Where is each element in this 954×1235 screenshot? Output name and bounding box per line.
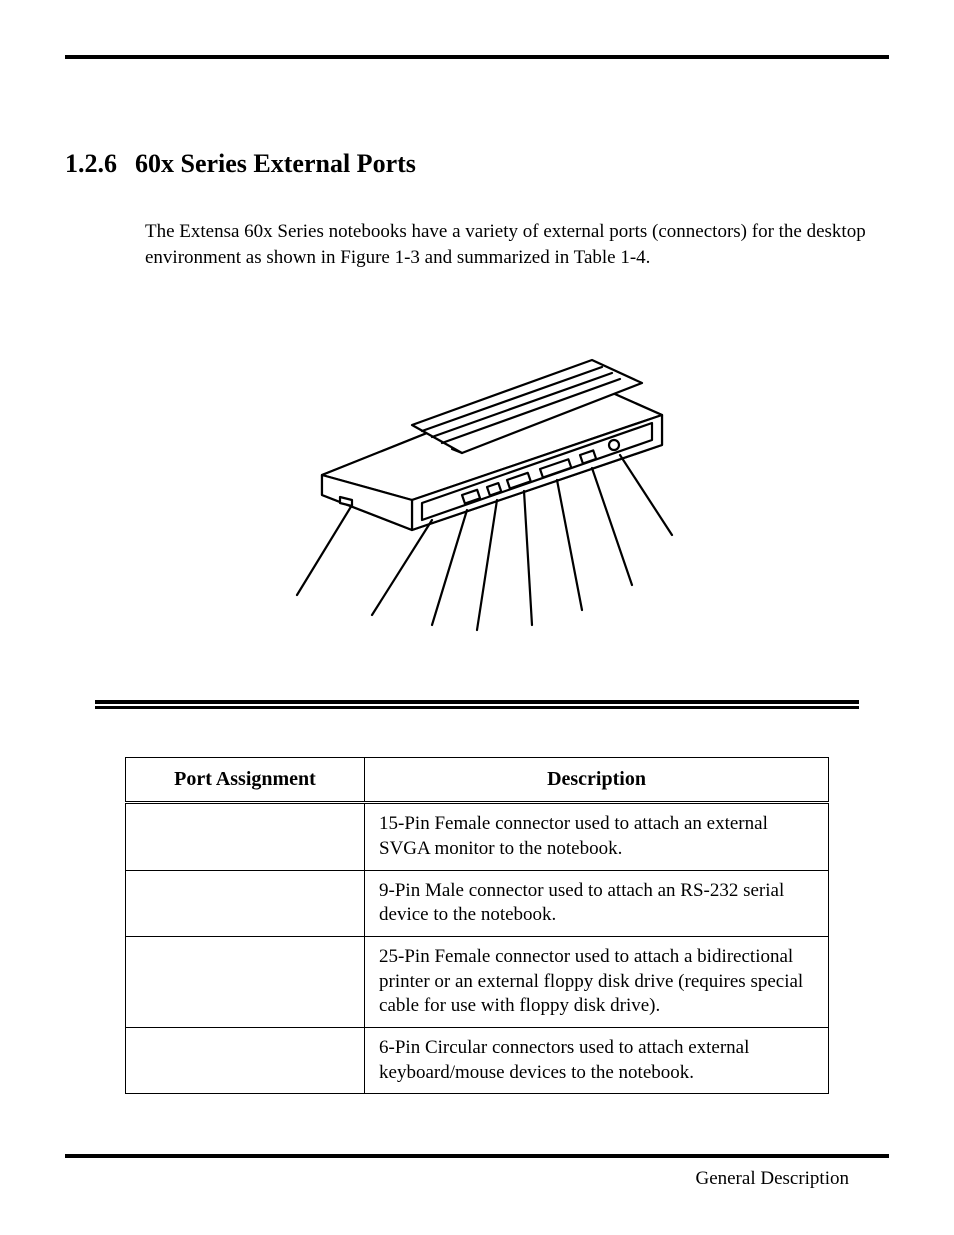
- table-cell-desc: 25-Pin Female connector used to attach a…: [365, 937, 829, 1028]
- table-cell-port: [126, 870, 365, 936]
- port-assignment-table-wrap: Port Assignment Description 15-Pin Femal…: [125, 757, 829, 1094]
- notebook-rear-illustration: [262, 305, 692, 635]
- table-cell-desc: 9-Pin Male connector used to attach an R…: [365, 870, 829, 936]
- table-cell-port: [126, 1028, 365, 1094]
- table-cell-desc: 15-Pin Female connector used to attach a…: [365, 803, 829, 870]
- table-row: 25-Pin Female connector used to attach a…: [126, 937, 829, 1028]
- port-assignment-table: Port Assignment Description 15-Pin Femal…: [125, 757, 829, 1094]
- table-row: 6-Pin Circular connectors used to attach…: [126, 1028, 829, 1094]
- table-row: 9-Pin Male connector used to attach an R…: [126, 870, 829, 936]
- table-cell-port: [126, 803, 365, 870]
- table-cell-port: [126, 937, 365, 1028]
- table-row: 15-Pin Female connector used to attach a…: [126, 803, 829, 870]
- table-separator-rule: [95, 700, 859, 707]
- intro-paragraph: The Extensa 60x Series notebooks have a …: [145, 219, 879, 270]
- footer-text: General Description: [65, 1168, 889, 1190]
- top-page-rule: [65, 55, 889, 59]
- table-header-port: Port Assignment: [126, 758, 365, 803]
- figure-notebook-ports: [65, 305, 889, 640]
- section-heading: 1.2.6 60x Series External Ports: [65, 149, 889, 179]
- section-number: 1.2.6: [65, 149, 117, 178]
- footer-rule: [65, 1154, 889, 1158]
- table-header-description: Description: [365, 758, 829, 803]
- section-title: 60x Series External Ports: [135, 149, 416, 178]
- table-cell-desc: 6-Pin Circular connectors used to attach…: [365, 1028, 829, 1094]
